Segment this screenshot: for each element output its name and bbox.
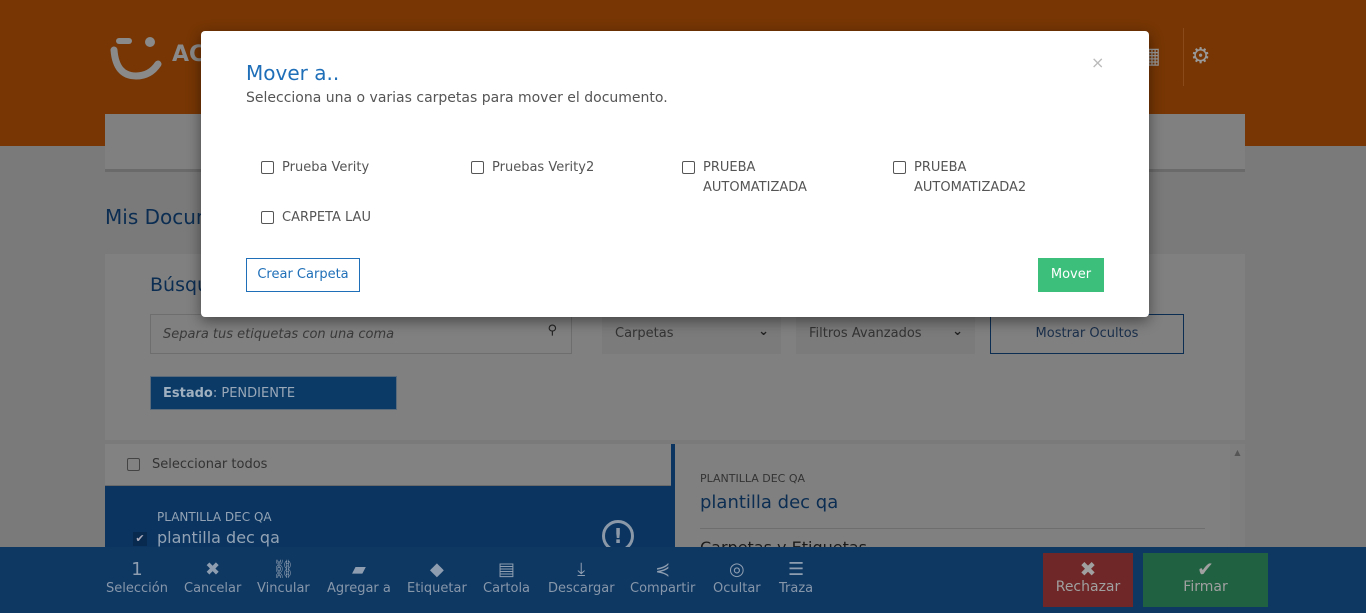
show-hidden-button[interactable]: Mostrar Ocultos [990, 314, 1184, 354]
folder-checkbox[interactable] [893, 161, 906, 174]
move-button[interactable]: Mover [1038, 258, 1104, 292]
action-toolbar: 1 Selección ✖ Cancelar ⛓ Vincular ▰ Agregar … [0, 547, 1366, 613]
close-icon: ✖ [205, 559, 221, 580]
folder-label: CARPETA LAU [282, 210, 371, 225]
folders-select-label: Carpetas [615, 326, 674, 341]
link-icon: ⛓ [271, 559, 295, 580]
folder-checkbox[interactable] [471, 161, 484, 174]
label: Ocultar [713, 581, 761, 596]
cancel-button[interactable]: ✖ Cancelar [184, 559, 241, 596]
detail-type: PLANTILLA DEC QA [700, 472, 806, 485]
gear-icon[interactable]: ⚙ [1191, 44, 1211, 69]
item-type: PLANTILLA DEC QA [157, 510, 272, 524]
chevron-down-icon: ⌄ [952, 324, 963, 339]
tag-icon: ◆ [429, 559, 444, 580]
folder-label: Prueba Verity [282, 160, 370, 175]
label: Agregar a [327, 581, 391, 596]
hide-button[interactable]: ◎ Ocultar [713, 559, 761, 596]
folder-checkbox[interactable] [261, 161, 274, 174]
scrollbar[interactable]: ▲ [1230, 444, 1245, 554]
tag-button[interactable]: ◆ Etiquetar [407, 559, 467, 596]
folder-option[interactable]: CARPETA LAU [261, 208, 441, 228]
list-document-icon: ▤ [498, 559, 516, 580]
download-button[interactable]: ⤓ Descargar [548, 559, 615, 596]
label: Selección [106, 581, 168, 596]
status-label: Estado [163, 386, 213, 401]
label: Compartir [630, 581, 696, 596]
reject-button[interactable]: ✖ Rechazar [1043, 553, 1133, 607]
folder-label: PRUEBA AUTOMATIZADA2 [914, 160, 1027, 195]
folder-option[interactable]: Prueba Verity [261, 158, 441, 178]
search-placeholder: Separa tus etiquetas con una coma [163, 327, 395, 342]
status-value: : PENDIENTE [212, 386, 296, 401]
dialog-title: Mover a.. [246, 61, 340, 85]
folder-label: Pruebas Verity2 [492, 160, 595, 175]
label: Firmar [1183, 579, 1228, 595]
link-button[interactable]: ⛓ Vincular [257, 559, 310, 596]
tags-search-input[interactable]: Separa tus etiquetas con una coma ⚲ [150, 314, 572, 354]
document-detail: PLANTILLA DEC QA plantilla dec qa Carpet… [675, 444, 1230, 557]
share-icon: ⋞ [655, 559, 671, 580]
folder-option[interactable]: PRUEBA AUTOMATIZADA2 [893, 158, 1053, 198]
eye-slash-icon: ◎ [728, 559, 745, 580]
filters-select-label: Filtros Avanzados [809, 326, 922, 341]
folders-select[interactable]: Carpetas ⌄ [602, 314, 781, 354]
label: Descargar [548, 581, 615, 596]
close-icon[interactable]: × [1091, 53, 1104, 72]
label: Traza [779, 581, 814, 596]
select-all-label: Seleccionar todos [152, 457, 268, 472]
label: Vincular [257, 581, 310, 596]
item-name: plantilla dec qa [157, 528, 280, 547]
dialog-subtitle: Selecciona una o varias carpetas para mo… [246, 90, 668, 106]
select-all-row[interactable]: Seleccionar todos [105, 444, 671, 486]
detail-name: plantilla dec qa [700, 492, 839, 513]
selection-count: 1 Selección [106, 559, 168, 596]
label: Rechazar [1055, 579, 1121, 595]
search-icon[interactable]: ⚲ [547, 323, 557, 338]
create-folder-button[interactable]: Crear Carpeta [246, 258, 360, 292]
folder-icon: ▰ [352, 559, 366, 580]
list-icon: ☰ [788, 559, 805, 580]
folder-option[interactable]: Pruebas Verity2 [471, 158, 651, 178]
statement-button[interactable]: ▤ Cartola [483, 559, 530, 596]
status-filter-badge[interactable]: Estado: PENDIENTE [150, 376, 397, 410]
folder-option[interactable]: PRUEBA AUTOMATIZADA [682, 158, 832, 198]
advanced-filters-select[interactable]: Filtros Avanzados ⌄ [796, 314, 975, 354]
label: Cartola [483, 581, 531, 596]
label: Cancelar [184, 581, 242, 596]
check-icon: ✔ [1197, 557, 1214, 581]
trace-button[interactable]: ☰ Traza [779, 559, 813, 596]
label: Etiquetar [407, 581, 467, 596]
chevron-down-icon: ⌄ [758, 324, 769, 339]
folder-checkbox[interactable] [682, 161, 695, 174]
share-button[interactable]: ⋞ Compartir [630, 559, 695, 596]
sign-button[interactable]: ✔ Firmar [1143, 553, 1268, 607]
close-icon: ✖ [1079, 557, 1097, 581]
logo-icon [110, 37, 162, 80]
select-all-checkbox[interactable] [127, 458, 140, 471]
download-icon: ⤓ [577, 559, 586, 580]
divider [700, 528, 1205, 529]
document-list: Seleccionar todos ✔ PLANTILLA DEC QA pla… [105, 444, 671, 556]
item-checkbox[interactable]: ✔ [133, 532, 147, 546]
list-item[interactable]: ✔ PLANTILLA DEC QA plantilla dec qa ! [105, 486, 671, 556]
add-to-button[interactable]: ▰ Agregar a [327, 559, 391, 596]
folder-checkbox[interactable] [261, 211, 274, 224]
move-to-dialog: Mover a.. Selecciona una o varias carpet… [201, 31, 1149, 317]
folder-label: PRUEBA AUTOMATIZADA [703, 160, 807, 195]
selection-count-value: 1 [131, 559, 143, 580]
